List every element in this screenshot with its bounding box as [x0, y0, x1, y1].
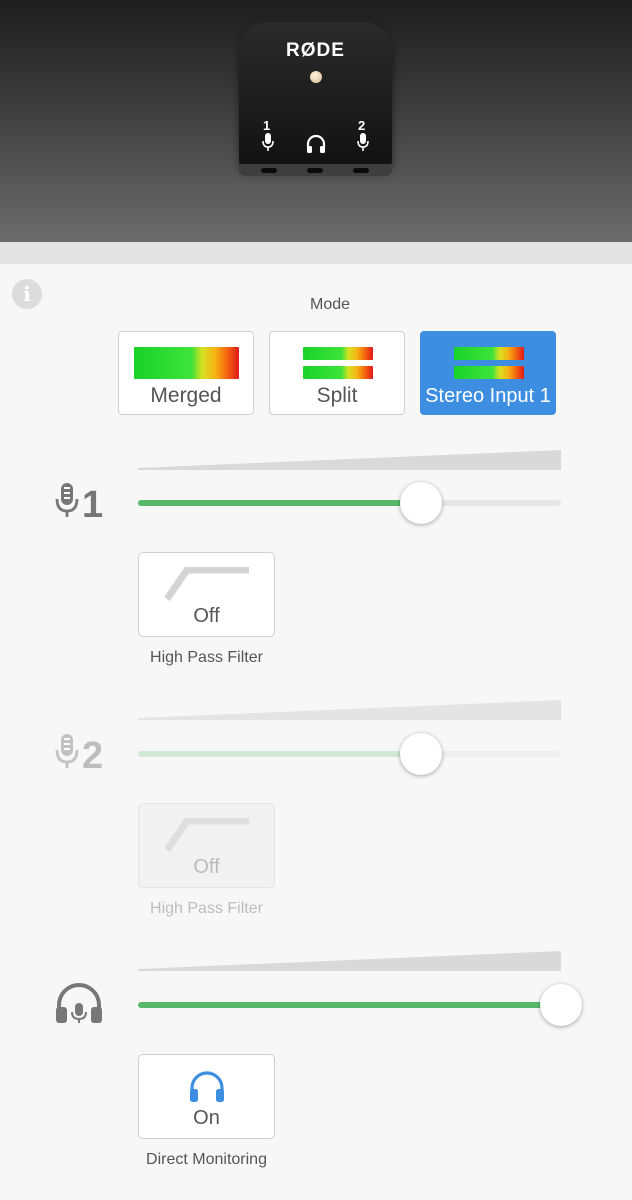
direct-monitoring-state: On	[193, 1107, 220, 1129]
channel-2-high-pass-button[interactable]: Off	[138, 803, 275, 888]
headphone-volume-slider[interactable]	[138, 1002, 561, 1008]
split-level-meter-right	[303, 366, 373, 379]
mode-label: Mode	[309, 296, 351, 313]
channel-2-number: 2	[82, 734, 104, 777]
device-brand: RØDE	[286, 40, 345, 61]
mode-stereo-label: Stereo Input 1	[425, 385, 551, 407]
mode-split-label: Split	[316, 384, 358, 407]
channel-2-filter-caption: High Pass Filter	[150, 900, 263, 917]
stereo-level-meter-right	[454, 366, 524, 379]
gain-taper	[138, 951, 561, 971]
gain-taper	[138, 450, 561, 470]
channel-2-gain-knob[interactable]	[400, 733, 443, 775]
input-jack	[353, 168, 369, 173]
channel-1-gain-slider[interactable]	[138, 500, 561, 506]
headphones-icon	[54, 981, 104, 1030]
input-jack	[261, 168, 277, 173]
headphones-icon	[188, 1070, 226, 1109]
mode-merged-button[interactable]: Merged	[118, 331, 254, 415]
channel-1-label: 1	[54, 481, 103, 529]
stereo-level-meter-left	[454, 347, 524, 360]
mode-merged-label: Merged	[150, 384, 222, 407]
direct-monitoring-button[interactable]: On	[138, 1054, 275, 1139]
high-pass-filter-icon	[165, 818, 249, 852]
microphone-icon	[54, 481, 82, 529]
device-header: RØDE 1 2	[0, 0, 632, 242]
headphone-volume-fill	[138, 1002, 561, 1008]
mode-split-button[interactable]: Split	[269, 331, 405, 415]
channel-1-gain-knob[interactable]	[400, 482, 443, 524]
audio-interface-device: RØDE 1 2	[239, 22, 392, 176]
channel-2-filter-state: Off	[193, 856, 220, 878]
channel-2-gain-slider[interactable]	[138, 751, 561, 757]
channel-1-gain-fill	[138, 500, 422, 506]
direct-monitoring-caption: Direct Monitoring	[146, 1151, 267, 1168]
headphones-icon	[305, 134, 327, 159]
device-input-1-number: 1	[263, 118, 271, 133]
channel-1-filter-caption: High Pass Filter	[150, 649, 263, 666]
mode-stereo-button[interactable]: Stereo Input 1	[420, 331, 556, 415]
power-led	[310, 71, 322, 83]
microphone-icon	[54, 732, 82, 780]
channel-1-filter-state: Off	[193, 605, 220, 627]
high-pass-filter-icon	[165, 567, 249, 601]
headphone-volume-knob[interactable]	[540, 984, 582, 1026]
split-level-meter-left	[303, 347, 373, 360]
header-divider	[0, 242, 632, 264]
headphone-jack	[307, 168, 323, 173]
gain-taper	[138, 700, 561, 720]
microphone-icon	[356, 132, 370, 157]
device-input-2-number: 2	[358, 118, 366, 133]
microphone-icon	[261, 132, 275, 157]
channel-1-high-pass-button[interactable]: Off	[138, 552, 275, 637]
merged-level-meter	[134, 347, 239, 379]
channel-2-label: 2	[54, 732, 103, 780]
channel-1-number: 1	[82, 483, 104, 526]
channel-2-gain-fill	[138, 751, 422, 757]
